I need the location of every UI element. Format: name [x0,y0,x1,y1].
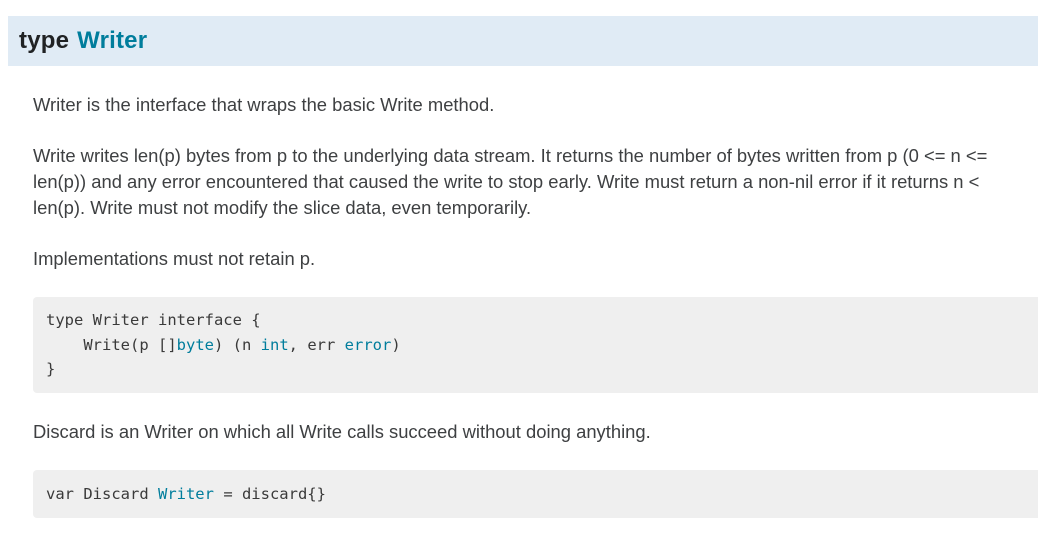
discard-code-line: var Discard Writer = discard{} [46,482,1038,507]
code-text: , err [288,335,345,354]
error-type-link[interactable]: error [345,336,392,354]
type-name-link[interactable]: Writer [77,27,147,54]
code-line-3: } [46,360,56,378]
intro-paragraph: Writer is the interface that wraps the b… [33,94,495,115]
int-type-link[interactable]: int [261,336,289,354]
code-text: ) (n [213,335,261,354]
type-keyword: type [19,27,70,54]
code-text: var Discard [46,485,158,503]
type-heading: type Writer [19,27,147,55]
writer-type-link[interactable]: Writer [158,485,214,503]
code-text: Write(p [] [46,335,177,354]
code-line-2: Write(p []byte) (n int, err error) [46,333,1038,358]
details-paragraph: Write writes len(p) bytes from p to the … [33,145,988,218]
discard-code-block: var Discard Writer = discard{} [33,470,1038,518]
discard-paragraph: Discard is an Writer on which all Write … [33,421,651,442]
retain-paragraph: Implementations must not retain p. [33,248,316,269]
interface-code-block: type Writer interface { Write(p []byte) … [33,297,1038,393]
code-text: = discard{} [213,485,326,503]
code-line-1: type Writer interface { [46,311,261,329]
code-text: ) [391,335,401,354]
byte-type-link[interactable]: byte [177,336,214,354]
type-header: type Writer [8,16,1038,66]
